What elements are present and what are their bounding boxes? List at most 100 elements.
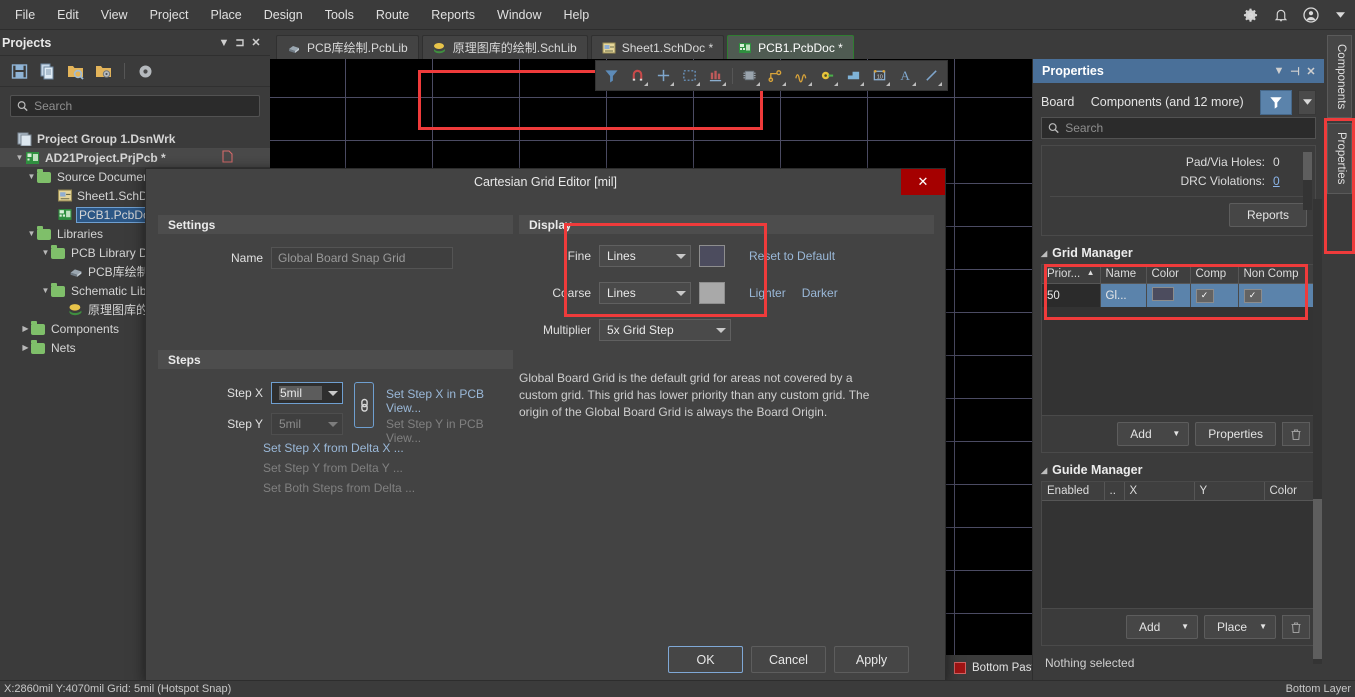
gear-icon[interactable] [1242,7,1259,24]
darker-link[interactable]: Darker [802,286,838,300]
coarse-style-combo[interactable]: Lines [599,282,691,304]
grid-manager-header[interactable]: ◢ Grid Manager [1041,246,1316,260]
tree-item-project-group[interactable]: Project Group 1.DsnWrk [0,129,270,148]
comp-checkbox[interactable]: ✓ [1195,288,1214,303]
expand-arrow-icon[interactable]: ▼ [40,286,51,295]
menu-project[interactable]: Project [139,3,200,27]
expand-arrow-icon[interactable]: ▼ [26,172,37,181]
menu-reports[interactable]: Reports [420,3,486,27]
properties-search-box[interactable] [1041,117,1316,139]
chevron-down-icon[interactable]: ▼ [216,35,232,51]
step-x-combo[interactable]: 5mil [271,382,343,404]
crosshair-icon[interactable] [652,63,675,88]
cell-comp[interactable]: ✓ [1190,283,1239,307]
menu-route[interactable]: Route [365,3,420,27]
column-x[interactable]: X [1124,482,1195,501]
dimension-icon[interactable]: 10 [868,63,891,88]
column-dots[interactable]: .. [1104,482,1125,501]
tree-item-ad21project[interactable]: ▼ AD21Project.PrjPcb * [0,148,270,167]
account-icon[interactable] [1302,7,1319,24]
expand-arrow-icon[interactable]: ▼ [40,248,51,257]
info-scrollbar[interactable] [1303,152,1312,210]
component-icon[interactable] [738,63,761,88]
close-icon[interactable]: ✕ [1303,63,1319,79]
open-folder-search-icon[interactable] [66,62,85,81]
properties-scrollbar[interactable] [1313,199,1322,664]
column-y[interactable]: Y [1194,482,1265,501]
menu-place[interactable]: Place [199,3,252,27]
gear-icon[interactable] [136,62,155,81]
polygon-icon[interactable] [842,63,865,88]
column-priority[interactable]: Prior... ▲ [1042,265,1101,284]
cell-color[interactable] [1146,283,1191,307]
filter-icon[interactable] [600,63,623,88]
column-color[interactable]: Color [1264,482,1315,501]
projects-search-input[interactable] [34,99,253,113]
select-area-icon[interactable] [678,63,701,88]
properties-search-input[interactable] [1065,121,1309,135]
menu-file[interactable]: File [4,3,46,27]
grid-properties-button[interactable]: Properties [1195,422,1276,446]
fine-color-swatch[interactable] [699,245,725,267]
grid-color-swatch[interactable] [1151,287,1174,301]
reports-button[interactable]: Reports [1229,203,1307,227]
differential-pair-icon[interactable] [790,63,813,88]
apply-button[interactable]: Apply [834,646,909,673]
tab-sheet1-schdoc[interactable]: Sheet1.SchDoc * [590,35,725,59]
filter-dropdown-button[interactable] [1298,89,1316,115]
cancel-button[interactable]: Cancel [751,646,826,673]
tab-schlib[interactable]: 原理图库的绘制.SchLib [421,35,588,59]
column-comp[interactable]: Comp [1190,265,1239,284]
menu-view[interactable]: View [90,3,139,27]
non-comp-checkbox[interactable]: ✓ [1243,288,1262,303]
multiplier-combo[interactable]: 5x Grid Step [599,319,731,341]
expand-arrow-icon[interactable]: ▼ [14,153,25,162]
column-non-comp[interactable]: Non Comp [1238,265,1315,284]
pin-icon[interactable]: ⊣ [1287,63,1303,79]
trash-icon[interactable] [1282,422,1310,446]
via-pad-icon[interactable] [816,63,839,88]
fine-style-combo[interactable]: Lines [599,245,691,267]
vtab-components[interactable]: Components [1327,35,1352,119]
menu-design[interactable]: Design [253,3,314,27]
guide-add-button[interactable]: Add ▼ [1126,615,1198,639]
menu-tools[interactable]: Tools [314,3,365,27]
collapse-arrow-icon[interactable]: ▶ [20,324,31,333]
reset-to-default-link[interactable]: Reset to Default [749,249,835,263]
chevron-down-icon[interactable] [1332,7,1349,24]
vtab-properties[interactable]: Properties [1327,123,1352,194]
guide-place-button[interactable]: Place ▼ [1204,615,1276,639]
route-icon[interactable] [764,63,787,88]
set-step-x-from-delta-x-link[interactable]: Set Step X from Delta X ... [263,441,404,455]
tab-pcb1-pcbdoc[interactable]: PCB1.PcbDoc * [727,35,854,59]
close-icon[interactable]: ✕ [248,35,264,51]
projects-search-box[interactable] [10,95,260,117]
column-color[interactable]: Color [1146,265,1191,284]
filter-button[interactable] [1260,89,1292,115]
expand-arrow-icon[interactable]: ▼ [26,229,37,238]
menu-help[interactable]: Help [552,3,600,27]
magnet-icon[interactable] [626,63,649,88]
column-enabled[interactable]: Enabled [1042,482,1105,501]
layer-tab-bottom-paste[interactable]: Bottom Paste [954,661,1041,674]
column-name[interactable]: Name [1100,265,1147,284]
collapse-arrow-icon[interactable]: ▶ [20,343,31,352]
set-step-x-in-pcb-view-link[interactable]: Set Step X in PCB View... [386,387,513,415]
drc-violations-value[interactable]: 0 [1273,174,1307,188]
chevron-down-icon[interactable]: ▼ [1271,63,1287,79]
step-y-combo[interactable]: 5mil [271,413,343,435]
bell-icon[interactable] [1272,7,1289,24]
trash-icon[interactable] [1282,615,1310,639]
coarse-color-swatch[interactable] [699,282,725,304]
tab-pcblib[interactable]: PCB库绘制.PcbLib [276,35,419,59]
align-icon[interactable] [704,63,727,88]
lighter-link[interactable]: Lighter [749,286,786,300]
ok-button[interactable]: OK [668,646,743,673]
menu-edit[interactable]: Edit [46,3,90,27]
cell-non-comp[interactable]: ✓ [1238,283,1315,307]
table-row[interactable]: 50 Gl... ✓ ✓ [1042,283,1315,307]
link-icon[interactable] [354,382,374,428]
grid-add-button[interactable]: Add ▼ [1117,422,1190,446]
name-input[interactable]: Global Board Snap Grid [271,247,453,269]
pin-icon[interactable]: ⊐ [232,35,248,51]
